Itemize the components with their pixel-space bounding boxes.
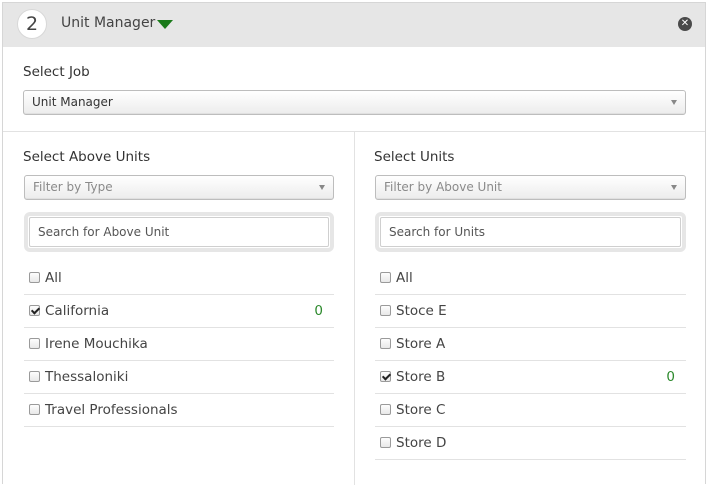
chevron-down-icon	[671, 185, 677, 190]
above-unit-search-box: Search for Above Unit	[24, 212, 334, 252]
checkbox[interactable]	[380, 338, 391, 349]
checkbox[interactable]	[380, 305, 391, 316]
list-item[interactable]: Stoce E	[375, 295, 686, 328]
list-item[interactable]: All	[24, 262, 334, 295]
filter-by-above-unit-placeholder: Filter by Above Unit	[384, 180, 502, 194]
above-unit-search-input[interactable]: Search for Above Unit	[29, 217, 329, 247]
list-item[interactable]: Store A	[375, 328, 686, 361]
panel-header[interactable]: 2 Unit Manager ✕	[3, 3, 705, 47]
checkbox[interactable]	[380, 404, 391, 415]
list-item-label: All	[45, 270, 62, 286]
units-search-input[interactable]: Search for Units	[380, 217, 681, 247]
close-icon[interactable]: ✕	[678, 17, 692, 31]
chevron-down-icon	[319, 185, 325, 190]
checkbox[interactable]	[29, 272, 40, 283]
list-item-label: Thessaloniki	[45, 369, 129, 385]
list-item-label: Irene Mouchika	[45, 336, 148, 352]
list-item[interactable]: Thessaloniki	[24, 361, 334, 394]
checkbox[interactable]	[29, 404, 40, 415]
checkbox[interactable]	[380, 371, 391, 382]
filter-by-type-placeholder: Filter by Type	[33, 180, 113, 194]
checkbox[interactable]	[380, 437, 391, 448]
list-item[interactable]: Store C	[375, 394, 686, 427]
checkbox[interactable]	[380, 272, 391, 283]
list-item-label: Travel Professionals	[45, 402, 178, 418]
job-select-value: Unit Manager	[32, 95, 113, 109]
header-title[interactable]: Unit Manager	[61, 15, 155, 31]
list-item-label: All	[396, 270, 413, 286]
select-job-label: Select Job	[23, 64, 90, 80]
list-item-count: 0	[314, 303, 323, 319]
select-units-label: Select Units	[374, 149, 455, 165]
checkbox[interactable]	[29, 371, 40, 382]
list-item-label: Store C	[396, 402, 446, 418]
column-divider	[354, 132, 355, 485]
list-item[interactable]: California 0	[24, 295, 334, 328]
checkbox[interactable]	[29, 338, 40, 349]
filter-by-type-select[interactable]: Filter by Type	[24, 175, 334, 200]
list-item-label: Stoce E	[396, 303, 447, 319]
job-select[interactable]: Unit Manager	[23, 90, 686, 115]
units-search-box: Search for Units	[375, 212, 686, 252]
list-item-label: Store B	[396, 369, 446, 385]
step-number: 2	[17, 9, 47, 39]
list-item[interactable]: Store D	[375, 427, 686, 460]
list-item-label: California	[45, 303, 110, 319]
caret-down-icon[interactable]	[157, 20, 173, 29]
list-item-label: Store A	[396, 336, 446, 352]
list-item-count: 0	[666, 369, 675, 385]
list-item[interactable]: Travel Professionals	[24, 394, 334, 427]
list-item-label: Store D	[396, 435, 447, 451]
list-item[interactable]: All	[375, 262, 686, 295]
unit-manager-panel: 2 Unit Manager ✕ Select Job Unit Manager…	[2, 2, 706, 485]
list-item[interactable]: Irene Mouchika	[24, 328, 334, 361]
checkbox[interactable]	[29, 305, 40, 316]
list-item[interactable]: Store B 0	[375, 361, 686, 394]
chevron-down-icon	[671, 100, 677, 105]
filter-by-above-unit-select[interactable]: Filter by Above Unit	[375, 175, 686, 200]
select-above-units-label: Select Above Units	[23, 149, 151, 165]
